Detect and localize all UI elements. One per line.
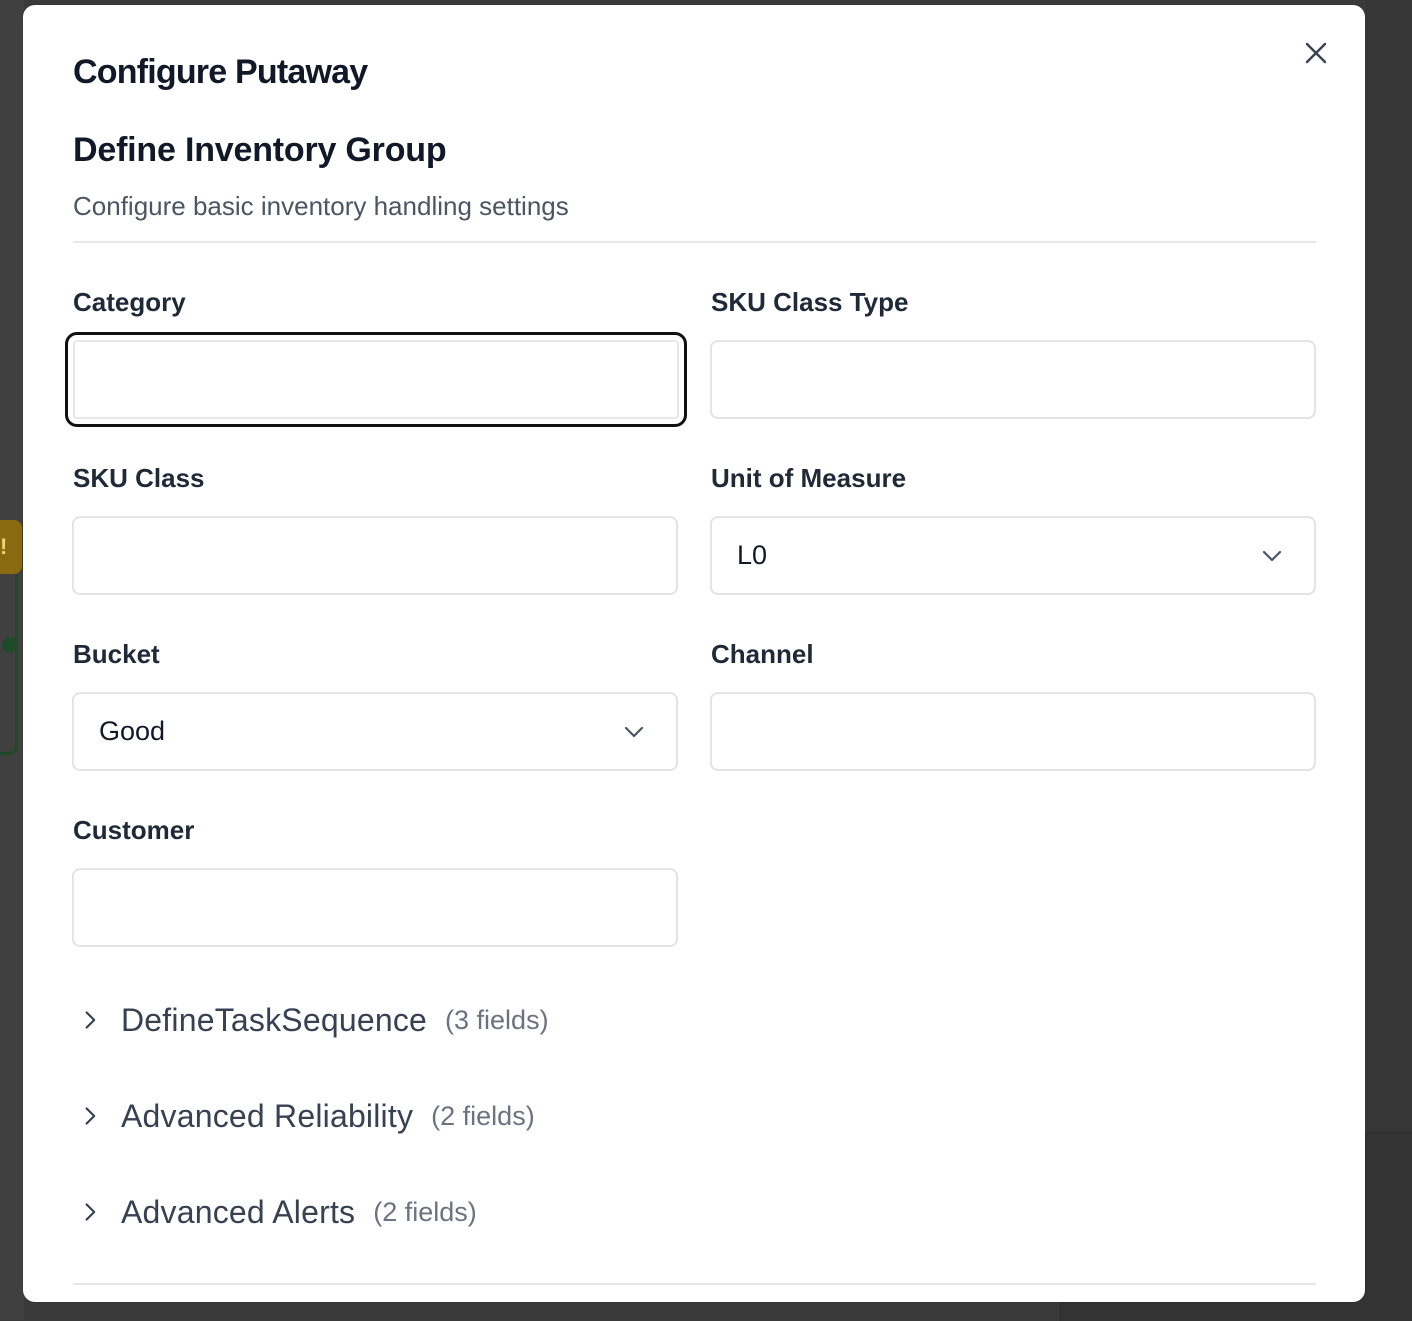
sku-class-label: SKU Class	[73, 463, 205, 493]
section-subtitle: Configure basic inventory handling setti…	[73, 191, 569, 221]
chevron-right-icon	[75, 1005, 105, 1035]
channel-label: Channel	[711, 639, 814, 669]
category-label: Category	[73, 287, 186, 317]
sku-class-type-label: SKU Class Type	[711, 287, 909, 317]
section-title: Define Inventory Group	[73, 131, 447, 169]
bucket-select[interactable]: Good	[72, 692, 678, 771]
channel-input[interactable]	[710, 692, 1316, 771]
flow-node-dot	[2, 637, 18, 653]
sku-class-input[interactable]	[72, 516, 678, 595]
accordion-title: Advanced Reliability	[121, 1097, 414, 1134]
footer-divider	[73, 1283, 1316, 1285]
sku-class-type-input[interactable]	[710, 340, 1316, 419]
chevron-down-icon	[624, 726, 644, 738]
category-input[interactable]	[65, 332, 687, 427]
bucket-value: Good	[99, 716, 166, 746]
section-divider	[73, 241, 1316, 243]
accordion-field-count: (3 fields)	[445, 1004, 549, 1035]
accordion-advanced-alerts[interactable]: Advanced Alerts (2 fields)	[73, 1188, 477, 1236]
customer-label: Customer	[73, 815, 195, 845]
modal-title: Configure Putaway	[73, 53, 368, 91]
accordion-title: Advanced Alerts	[121, 1193, 356, 1230]
chevron-right-icon	[75, 1197, 105, 1227]
unit-of-measure-label: Unit of Measure	[711, 463, 907, 493]
chevron-down-icon	[1262, 550, 1282, 562]
close-icon	[1305, 42, 1327, 64]
chevron-right-icon	[75, 1101, 105, 1131]
flow-connector	[0, 575, 18, 755]
accordion-field-count: (2 fields)	[431, 1100, 535, 1131]
customer-input[interactable]	[72, 868, 678, 947]
background-app-right	[1366, 0, 1412, 1320]
bucket-label: Bucket	[73, 639, 160, 669]
unit-of-measure-select[interactable]: L0	[710, 516, 1316, 595]
configure-putaway-modal: Configure Putaway Define Inventory Group…	[23, 5, 1365, 1302]
close-button[interactable]	[1300, 37, 1332, 69]
warning-badge: !	[0, 520, 22, 574]
accordion-define-task-sequence[interactable]: DefineTaskSequence (3 fields)	[73, 996, 549, 1044]
accordion-title: DefineTaskSequence	[121, 1001, 428, 1038]
accordion-field-count: (2 fields)	[373, 1196, 477, 1227]
accordion-advanced-reliability[interactable]: Advanced Reliability (2 fields)	[73, 1092, 535, 1140]
unit-of-measure-value: L0	[737, 540, 768, 570]
